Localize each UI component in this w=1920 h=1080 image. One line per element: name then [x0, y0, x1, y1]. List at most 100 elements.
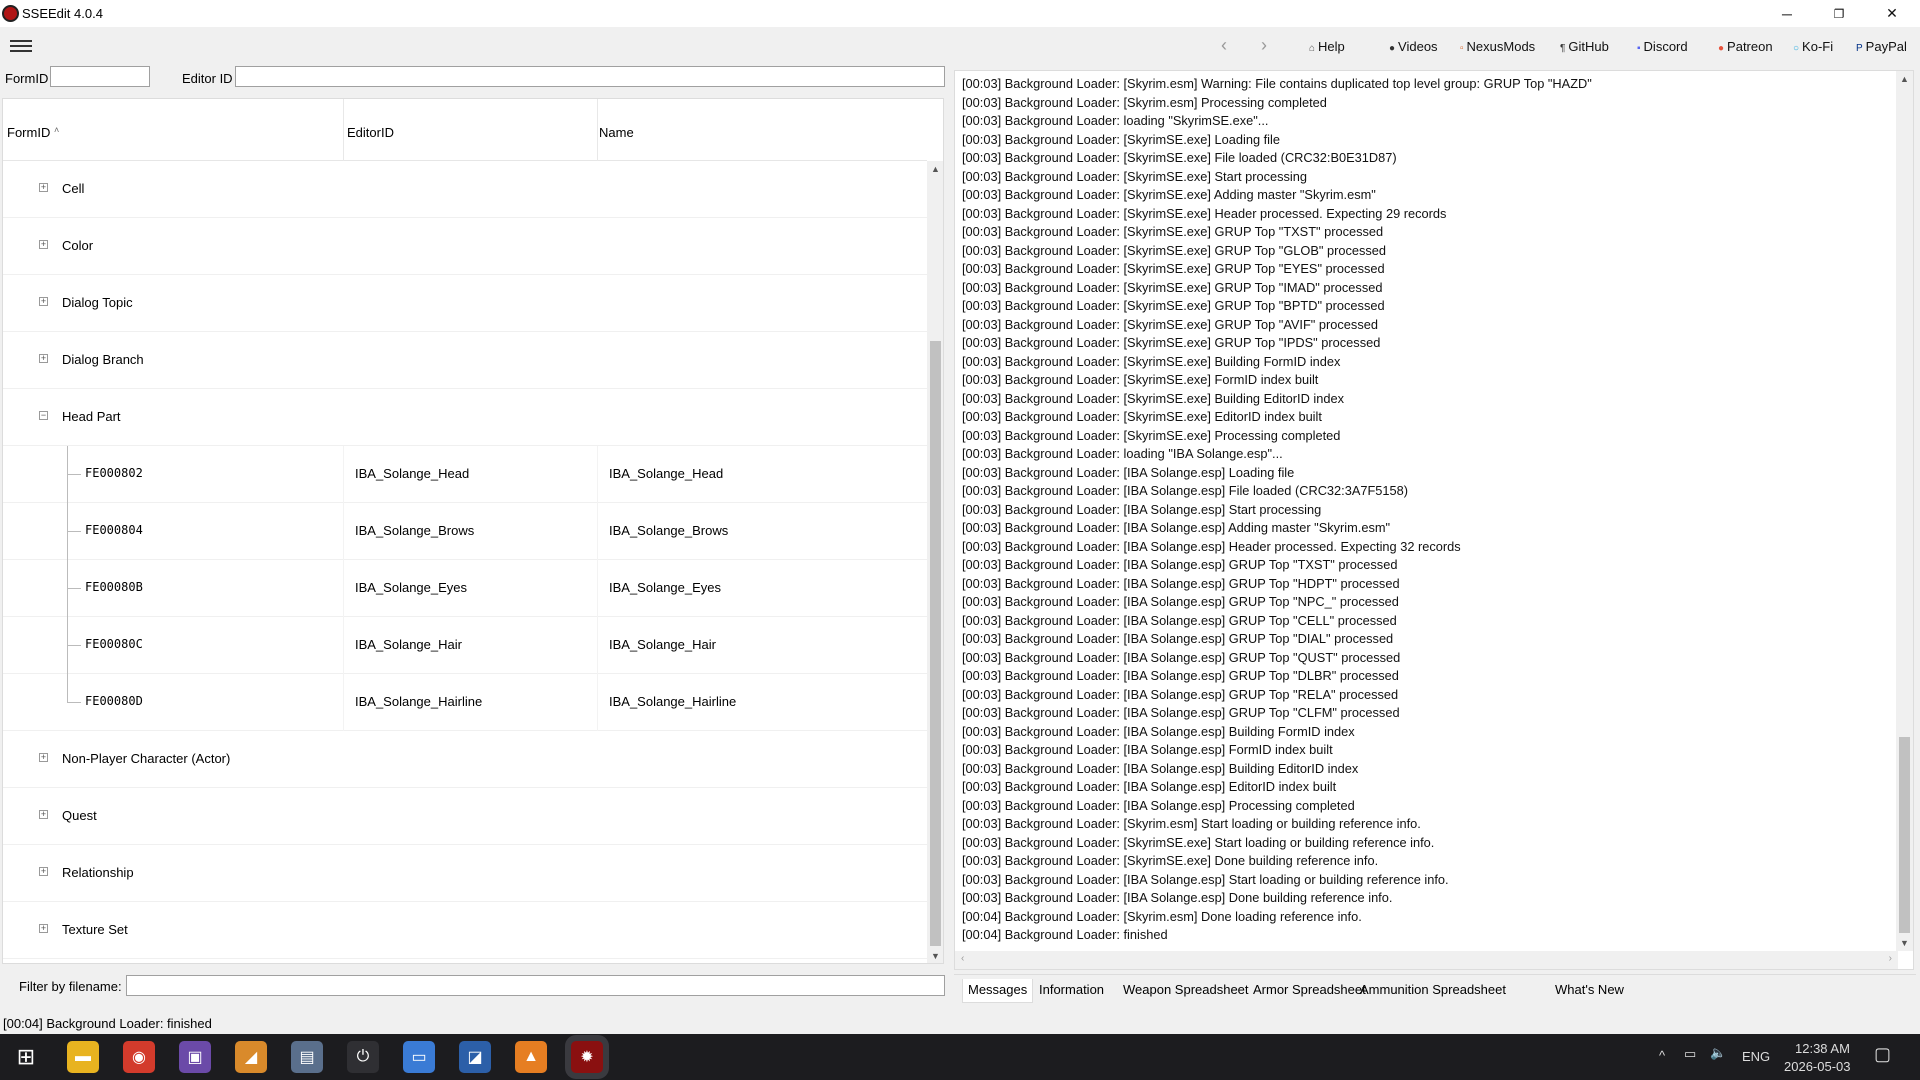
collapse-icon[interactable]: − — [39, 411, 48, 420]
chrome-icon[interactable]: ◉ — [123, 1041, 155, 1073]
tree-record-row[interactable]: FE000804 IBA_Solange_Brows IBA_Solange_Bro… — [3, 503, 927, 560]
tab-armor-spreadsheet[interactable]: Armor Spreadsheet — [1248, 979, 1371, 1003]
expand-icon[interactable]: + — [39, 354, 48, 363]
clock-date[interactable]: 2026-05-03 — [1784, 1059, 1851, 1074]
tree-group-row[interactable]: + Non-Player Character (Actor) — [3, 731, 927, 788]
log-scroll-up-icon[interactable]: ▲ — [1900, 74, 1909, 84]
record-tree[interactable]: FormID ˄ EditorID Name + Cell + Color + Dialo… — [2, 98, 944, 964]
monitor-icon[interactable]: ▭ — [403, 1041, 435, 1073]
expand-icon[interactable]: + — [39, 924, 48, 933]
minimize-button[interactable]: ─ — [1761, 0, 1813, 27]
app-orange-icon[interactable]: ◢ — [235, 1041, 267, 1073]
clock-time[interactable]: 12:38 AM — [1795, 1041, 1850, 1056]
tab-messages[interactable]: Messages — [962, 979, 1034, 1003]
column-divider — [597, 503, 598, 560]
record-name: IBA_Solange_Hairline — [609, 694, 737, 709]
toolbar-link-ko-fi[interactable]: ○ Ko-Fi — [1793, 39, 1833, 54]
language-indicator[interactable]: ENG — [1742, 1049, 1770, 1064]
record-tree-pane: FormID Editor ID FormID ˄ EditorID Name … — [0, 66, 952, 1012]
power-icon[interactable]: ⏻ — [347, 1041, 379, 1073]
tab-information[interactable]: Information — [1034, 979, 1109, 1003]
tree-vertical-scrollbar[interactable]: ▲ ▼ — [927, 161, 943, 963]
column-formid[interactable]: FormID ˄ — [7, 125, 59, 140]
record-editorid: IBA_Solange_Hairline — [355, 694, 483, 709]
editorid-search-input[interactable] — [235, 66, 945, 87]
tree-group-row[interactable]: + Texture Set — [3, 902, 927, 959]
log-scroll-right-icon[interactable]: › — [1889, 953, 1892, 964]
log-line: [00:04] Background Loader: [Skyrim.esm] … — [962, 908, 1362, 924]
log-line: [00:03] Background Loader: [SkyrimSE.exe… — [962, 372, 1319, 387]
patreon-icon: ● — [1718, 43, 1725, 54]
tree-group-row[interactable]: + Dialog Topic — [3, 275, 927, 332]
message-log[interactable]: [00:03] Background Loader: [Skyrim.esm] … — [954, 70, 1914, 970]
tree-group-row[interactable]: + Color — [3, 218, 927, 275]
volume-icon[interactable]: 🔈 — [1710, 1045, 1726, 1061]
expand-icon[interactable]: + — [39, 753, 48, 762]
toolbar-link-paypal[interactable]: P PayPal — [1856, 39, 1907, 54]
log-scroll-thumb[interactable] — [1899, 737, 1910, 933]
toolbar-link-github[interactable]: ¶ GitHub — [1560, 39, 1609, 54]
tree-group-row[interactable]: − Head Part — [3, 389, 927, 446]
expand-icon[interactable]: + — [39, 240, 48, 249]
scroll-down-icon[interactable]: ▼ — [931, 951, 940, 961]
tree-group-row[interactable]: + Relationship — [3, 845, 927, 902]
forward-arrow-icon[interactable]: › — [1261, 35, 1267, 56]
toolbar-link-videos[interactable]: ● Videos — [1389, 39, 1438, 54]
restore-button[interactable]: ❐ — [1813, 0, 1865, 27]
close-button[interactable]: ✕ — [1866, 0, 1918, 27]
log-line: [00:03] Background Loader: [SkyrimSE.exe… — [962, 242, 1387, 258]
tray-overflow-chevron-icon[interactable]: ^ — [1659, 1048, 1665, 1063]
log-line: [00:03] Background Loader: [IBA Solange.… — [962, 760, 1359, 776]
toolbar-link-nexusmods[interactable]: ▫ NexusMods — [1460, 39, 1535, 54]
image-editor-icon[interactable]: ◪ — [459, 1041, 491, 1073]
file-explorer-icon[interactable]: ▬ — [67, 1041, 99, 1073]
tree-group-row[interactable]: + Dialog Branch — [3, 332, 927, 389]
tab-what-s-new[interactable]: What's New — [1550, 979, 1629, 1003]
log-horizontal-scrollbar[interactable]: ‹ › — [955, 951, 1898, 969]
log-line: [00:03] Background Loader: [IBA Solange.… — [962, 742, 1333, 757]
column-divider — [597, 446, 598, 503]
tree-record-row[interactable]: FE00080D IBA_Solange_Hairline IBA_Solange_… — [3, 674, 927, 731]
tree-connector — [67, 617, 68, 674]
expand-icon[interactable]: + — [39, 183, 48, 192]
sseedit-icon[interactable]: ✹ — [571, 1041, 603, 1073]
log-scroll-left-icon[interactable]: ‹ — [961, 953, 964, 964]
log-vertical-scrollbar[interactable]: ▲ ▼ — [1896, 71, 1913, 951]
toolbar-link-patreon[interactable]: ● Patreon — [1718, 39, 1773, 54]
hamburger-menu-icon[interactable] — [10, 37, 32, 55]
tree-record-row[interactable]: FE00080B IBA_Solange_Eyes IBA_Solange_Eyes — [3, 560, 927, 617]
tree-record-row[interactable]: FE00080C IBA_Solange_Hair IBA_Solange_Hair — [3, 617, 927, 674]
record-name: IBA_Solange_Head — [609, 466, 724, 481]
tree-record-row[interactable]: FE000802 IBA_Solange_Head IBA_Solange_Head — [3, 446, 927, 503]
expand-icon[interactable]: + — [39, 297, 48, 306]
expand-icon[interactable]: + — [39, 810, 48, 819]
tree-group-row[interactable]: + Cell — [3, 161, 927, 218]
tab-weapon-spreadsheet[interactable]: Weapon Spreadsheet — [1118, 979, 1254, 1003]
notification-center-icon[interactable]: ▢ — [1874, 1044, 1891, 1065]
toolbar-link-label: Videos — [1398, 39, 1438, 54]
filter-filename-input[interactable] — [126, 975, 945, 996]
back-arrow-icon[interactable]: ‹ — [1221, 35, 1227, 56]
windows-start-icon[interactable]: ⊞ — [10, 1041, 42, 1073]
archive-icon[interactable]: ▤ — [291, 1041, 323, 1073]
toolbar-link-discord[interactable]: ▪ Discord — [1637, 39, 1688, 54]
scroll-up-icon[interactable]: ▲ — [931, 164, 940, 174]
tab-ammunition-spreadsheet[interactable]: Ammunition Spreadsheet — [1355, 979, 1511, 1003]
tree-group-row[interactable]: + Quest — [3, 788, 927, 845]
column-divider — [343, 617, 344, 674]
network-icon[interactable]: ▭ — [1684, 1046, 1696, 1062]
formid-search-input[interactable] — [50, 66, 150, 87]
app-purple-icon[interactable]: ▣ — [179, 1041, 211, 1073]
log-scroll-down-icon[interactable]: ▼ — [1900, 938, 1909, 948]
toolbar-link-label: Ko-Fi — [1802, 39, 1834, 54]
toolbar-link-help[interactable]: ⌂ Help — [1309, 39, 1345, 54]
column-editorid[interactable]: EditorID — [347, 125, 394, 140]
tree-connector — [67, 645, 81, 646]
expand-icon[interactable]: + — [39, 867, 48, 876]
log-line: [00:03] Background Loader: [IBA Solange.… — [962, 649, 1401, 665]
column-name[interactable]: Name — [599, 125, 634, 140]
log-line: [00:03] Background Loader: [SkyrimSE.exe… — [962, 409, 1322, 424]
tree-scroll-thumb[interactable] — [930, 341, 941, 946]
record-formid: FE00080C — [85, 637, 143, 651]
vlc-icon[interactable]: ▲ — [515, 1041, 547, 1073]
